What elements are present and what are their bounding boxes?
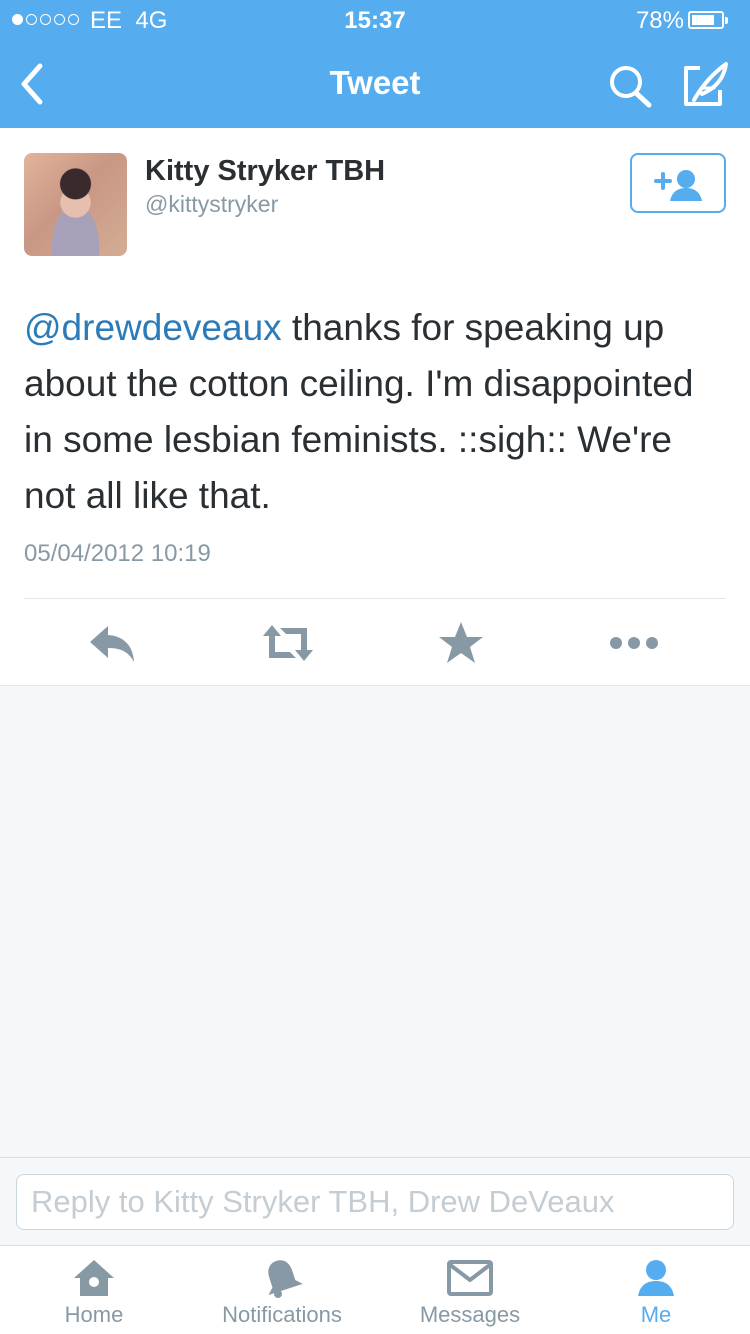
home-icon [74,1260,114,1296]
more-button[interactable] [608,620,658,666]
app-header: EE 4G 15:37 78% Tweet [0,0,750,128]
more-dots-icon [610,637,658,649]
reply-button[interactable] [88,620,138,666]
reply-input[interactable] [16,1174,734,1230]
author-name[interactable]: Kitty Stryker TBH [145,155,385,188]
divider [24,598,726,599]
author-handle[interactable]: @kittystryker [145,191,278,218]
tab-me[interactable]: Me [616,1246,696,1334]
follow-button[interactable] [630,153,726,213]
search-button[interactable] [606,62,656,110]
add-user-icon [654,170,702,201]
retweet-icon [263,625,313,661]
mention-link[interactable]: @drewdeveaux [24,307,282,348]
tab-bar: Home Notifications Messages Me [0,1245,750,1334]
tweet-text: @drewdeveaux thanks for speaking up abou… [24,300,729,524]
retweet-button[interactable] [260,620,313,666]
reply-bar [0,1157,750,1245]
tab-notifications[interactable]: Notifications [206,1246,358,1334]
envelope-icon [447,1260,493,1296]
compose-button[interactable] [680,60,732,110]
person-icon [638,1260,674,1296]
tweet-card: Kitty Stryker TBH @kittystryker @drewdev… [0,128,750,686]
battery-percent: 78% [635,7,684,34]
nav-bar: Tweet [0,40,750,128]
battery-icon [688,11,728,29]
compose-quill-icon [684,62,728,106]
status-bar: EE 4G 15:37 78% [0,0,750,40]
tab-messages[interactable]: Messages [406,1246,534,1334]
avatar[interactable] [24,153,127,256]
reply-icon [90,626,134,662]
tweet-actions [0,620,750,666]
tab-home[interactable]: Home [44,1246,144,1334]
search-icon [610,66,652,108]
star-icon [439,622,483,663]
tweet-timestamp: 05/04/2012 10:19 [24,540,211,567]
favorite-button[interactable] [438,620,488,666]
bell-icon [268,1260,303,1298]
